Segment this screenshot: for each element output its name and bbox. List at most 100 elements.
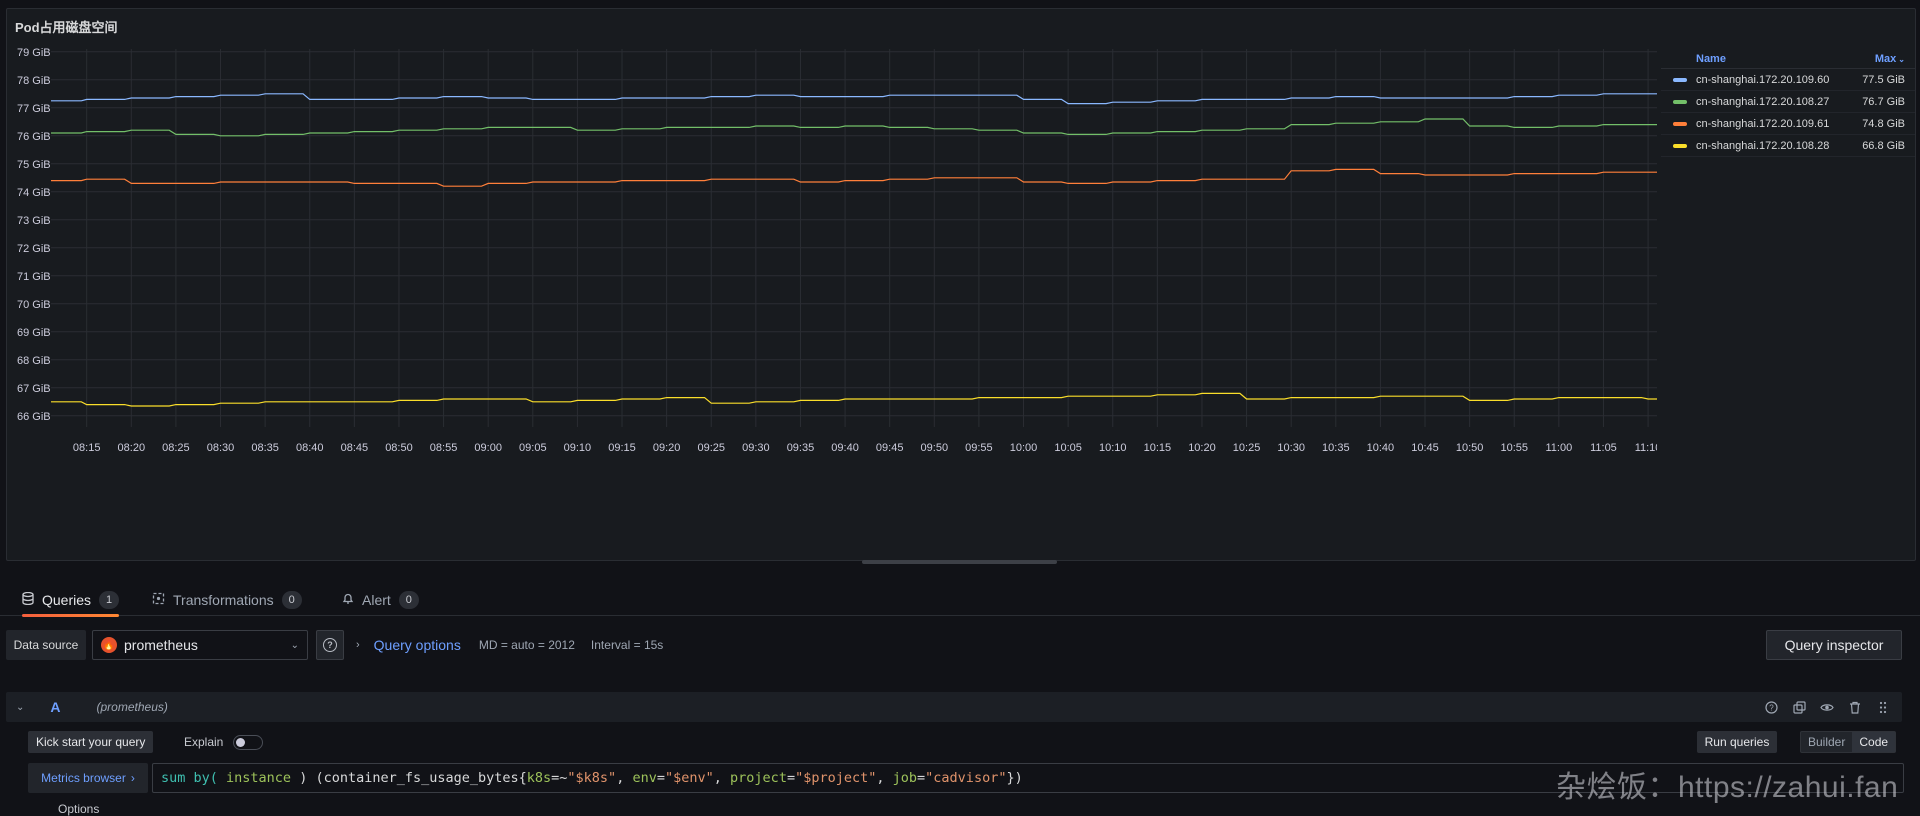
explain-toggle[interactable] xyxy=(233,734,264,750)
editor-mode-switch: Builder Code xyxy=(1800,731,1897,753)
legend-table: Name Max ⌄ cn-shanghai.172.20.109.60 77.5 … xyxy=(1661,49,1915,157)
x-tick-label: 10:05 xyxy=(1054,442,1082,454)
datasource-label: Data source xyxy=(6,630,86,660)
x-tick-label: 11:05 xyxy=(1590,442,1617,454)
query-options: › Query options MD = auto = 2012 Interva… xyxy=(356,630,679,660)
tab-transformations[interactable]: Transformations 0 xyxy=(152,584,302,616)
question-circle-icon: ? xyxy=(323,638,337,652)
max-data-points-info: MD = auto = 2012 xyxy=(478,638,575,652)
x-tick-label: 09:10 xyxy=(564,442,592,454)
time-series-chart[interactable]: 79 GiB 78 GiB 77 GiB 76 GiB 75 GiB 74 GiB 73 G… xyxy=(7,9,1657,562)
legend-series-max: 74.8 GiB xyxy=(1862,117,1905,130)
legend-header: Name Max ⌄ xyxy=(1661,49,1915,69)
kick-start-query-button[interactable]: Kick start your query xyxy=(28,731,154,753)
legend-series-name[interactable]: cn-shanghai.172.20.109.61 xyxy=(1696,118,1862,130)
x-tick-label: 10:45 xyxy=(1411,442,1439,454)
x-tick-label: 09:15 xyxy=(608,442,636,454)
mode-builder[interactable]: Builder xyxy=(1801,732,1852,752)
x-tick-label: 09:35 xyxy=(787,442,815,454)
x-tick-label: 08:25 xyxy=(162,442,190,454)
datasource-select[interactable]: 🔥 prometheus ⌄ xyxy=(92,630,308,660)
drag-handle-icon[interactable] xyxy=(1876,700,1890,714)
query-inspector-button[interactable]: Query inspector xyxy=(1766,630,1902,660)
x-tick-label: 08:30 xyxy=(207,442,235,454)
x-tick-label: 11:10 xyxy=(1635,442,1657,454)
query-ref-id[interactable]: A xyxy=(50,699,60,715)
database-icon xyxy=(22,591,34,608)
trash-icon[interactable] xyxy=(1848,700,1862,714)
x-tick-label: 08:40 xyxy=(296,442,324,454)
x-tick-label: 09:20 xyxy=(653,442,681,454)
datasource-row: Data source 🔥 prometheus ⌄ ? › Query opt… xyxy=(0,626,1920,666)
interval-info: Interval = 15s xyxy=(590,638,664,652)
x-tick-label: 10:10 xyxy=(1099,442,1127,454)
run-queries-button[interactable]: Run queries xyxy=(1697,731,1777,753)
options-section-toggle[interactable]: Options xyxy=(58,802,99,816)
x-tick-label: 08:20 xyxy=(118,442,146,454)
alert-count-badge: 0 xyxy=(398,591,419,609)
x-tick-label: 11:00 xyxy=(1545,442,1572,454)
x-tick-label: 10:35 xyxy=(1322,442,1350,454)
query-row-header[interactable]: ⌄ A (prometheus) ? xyxy=(6,692,1902,722)
x-tick-label: 10:25 xyxy=(1233,442,1261,454)
prometheus-logo-icon: 🔥 xyxy=(101,637,117,653)
x-tick-label: 09:45 xyxy=(876,442,904,454)
y-tick-label: 78 GiB xyxy=(17,75,51,87)
x-tick-label: 08:15 xyxy=(73,442,101,454)
datasource-help-button[interactable]: ? xyxy=(316,630,344,660)
chevron-right-icon[interactable]: › xyxy=(356,639,360,651)
series-line-3 xyxy=(51,168,1657,187)
x-tick-label: 08:45 xyxy=(341,442,369,454)
x-tick-label: 09:05 xyxy=(519,442,547,454)
x-tick-label: 08:55 xyxy=(430,442,458,454)
time-series-panel: Pod占用磁盘空间 79 GiB 78 GiB 77 GiB 76 GiB 75 GiB… xyxy=(6,8,1916,564)
y-tick-label: 69 GiB xyxy=(17,327,51,339)
collapse-chevron-icon[interactable]: ⌄ xyxy=(16,702,24,713)
series-line-4 xyxy=(51,392,1657,407)
legend-series-swatch xyxy=(1673,121,1687,126)
query-row-actions: ? xyxy=(1764,700,1890,714)
legend-series-name[interactable]: cn-shanghai.172.20.108.28 xyxy=(1696,140,1862,152)
transform-icon xyxy=(152,592,165,608)
x-tick-label: 10:20 xyxy=(1188,442,1216,454)
x-tick-label: 10:50 xyxy=(1456,442,1484,454)
legend-series-name[interactable]: cn-shanghai.172.20.108.27 xyxy=(1696,96,1862,108)
y-tick-label: 66 GiB xyxy=(17,411,51,423)
legend-row[interactable]: cn-shanghai.172.20.108.28 66.8 GiB xyxy=(1661,135,1915,157)
y-tick-label: 79 GiB xyxy=(17,47,51,59)
x-tick-label: 10:55 xyxy=(1500,442,1528,454)
x-tick-label: 09:55 xyxy=(965,442,993,454)
legend-row[interactable]: cn-shanghai.172.20.109.60 77.5 GiB xyxy=(1661,69,1915,91)
legend-series-swatch xyxy=(1673,143,1687,148)
legend-max-header[interactable]: Max ⌄ xyxy=(1875,53,1905,65)
tab-alert[interactable]: Alert 0 xyxy=(342,584,419,616)
query-options-toggle[interactable]: Query options xyxy=(374,637,461,653)
chevron-down-icon: ⌄ xyxy=(290,639,299,651)
legend-series-max: 66.8 GiB xyxy=(1862,139,1905,152)
x-tick-label: 10:15 xyxy=(1144,442,1172,454)
legend-row[interactable]: cn-shanghai.172.20.108.27 76.7 GiB xyxy=(1661,91,1915,113)
bell-icon xyxy=(342,592,354,608)
legend-series-max: 76.7 GiB xyxy=(1862,95,1905,108)
x-tick-label: 09:50 xyxy=(921,442,949,454)
legend-series-max: 77.5 GiB xyxy=(1862,73,1905,86)
legend-name-header[interactable]: Name xyxy=(1696,53,1726,65)
tab-queries[interactable]: Queries 1 xyxy=(22,584,120,617)
x-tick-label: 09:25 xyxy=(697,442,725,454)
help-icon[interactable]: ? xyxy=(1764,700,1778,714)
chevron-right-icon: › xyxy=(130,771,135,785)
eye-icon[interactable] xyxy=(1820,700,1834,714)
legend-row[interactable]: cn-shanghai.172.20.109.61 74.8 GiB xyxy=(1661,113,1915,135)
horizontal-scrollbar[interactable] xyxy=(862,560,1057,564)
legend-series-name[interactable]: cn-shanghai.172.20.109.60 xyxy=(1696,74,1862,86)
y-tick-label: 68 GiB xyxy=(17,355,51,367)
transformations-count-badge: 0 xyxy=(281,591,302,609)
explain-label: Explain xyxy=(184,735,224,749)
metrics-browser-button[interactable]: Metrics browser › xyxy=(28,763,148,793)
y-tick-label: 75 GiB xyxy=(17,159,51,171)
x-tick-label: 10:40 xyxy=(1367,442,1395,454)
y-tick-label: 76 GiB xyxy=(17,131,51,143)
mode-code[interactable]: Code xyxy=(1852,732,1896,752)
duplicate-icon[interactable] xyxy=(1792,700,1806,714)
editor-tabs: Queries 1 Transformations 0 Alert 0 xyxy=(0,584,1920,617)
